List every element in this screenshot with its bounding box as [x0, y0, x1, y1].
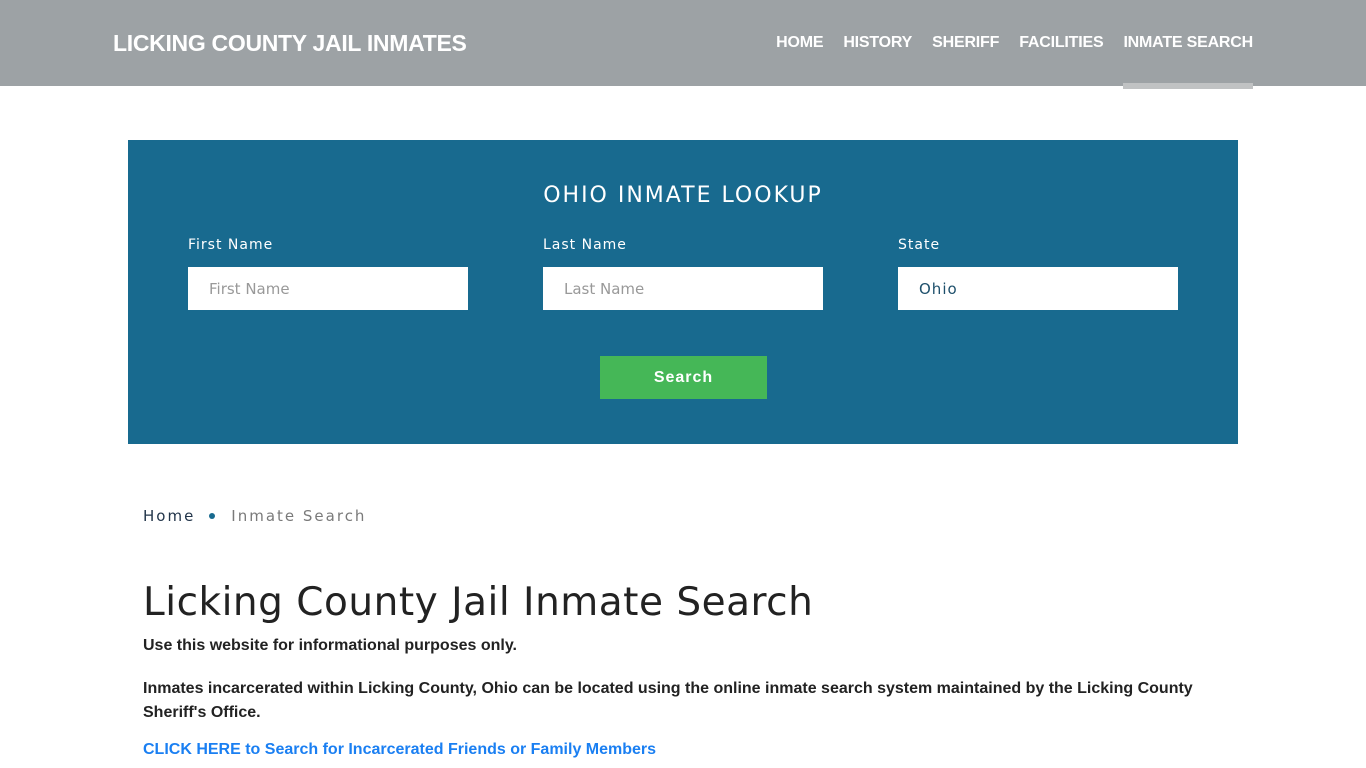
first-name-input[interactable]: [188, 267, 468, 310]
last-name-label: Last Name: [543, 237, 627, 253]
nav-facilities[interactable]: FACILITIES: [1019, 0, 1103, 86]
first-name-label: First Name: [188, 237, 274, 253]
first-name-group: First Name: [188, 237, 468, 310]
page-title: Licking County Jail Inmate Search: [143, 580, 814, 625]
search-friends-family-link[interactable]: CLICK HERE to Search for Incarcerated Fr…: [143, 741, 656, 759]
nav-sheriff[interactable]: SHERIFF: [932, 0, 999, 86]
state-label: State: [898, 237, 941, 253]
site-header: LICKING COUNTY JAIL INMATES HOME HISTORY…: [0, 0, 1366, 89]
state-input[interactable]: [898, 267, 1178, 310]
description-text: Inmates incarcerated within Licking Coun…: [143, 680, 1193, 721]
main-nav: HOME HISTORY SHERIFF FACILITIES INMATE S…: [756, 0, 1253, 89]
nav-history[interactable]: HISTORY: [843, 0, 912, 86]
breadcrumb-home[interactable]: Home: [143, 507, 195, 525]
lookup-title: OHIO INMATE LOOKUP: [543, 183, 823, 208]
disclaimer-text: Use this website for informational purpo…: [143, 637, 517, 654]
last-name-input[interactable]: [543, 267, 823, 310]
nav-home[interactable]: HOME: [776, 0, 823, 86]
state-group: State: [898, 237, 1178, 310]
nav-inmate-search[interactable]: INMATE SEARCH: [1123, 0, 1253, 89]
breadcrumb: Home Inmate Search: [143, 507, 366, 525]
last-name-group: Last Name: [543, 237, 823, 310]
site-brand[interactable]: LICKING COUNTY JAIL INMATES: [113, 30, 467, 57]
search-button[interactable]: Search: [600, 356, 767, 399]
inmate-lookup-panel: OHIO INMATE LOOKUP First Name Last Name …: [128, 140, 1238, 444]
breadcrumb-separator-dot-icon: [209, 513, 216, 519]
breadcrumb-current: Inmate Search: [231, 507, 367, 525]
